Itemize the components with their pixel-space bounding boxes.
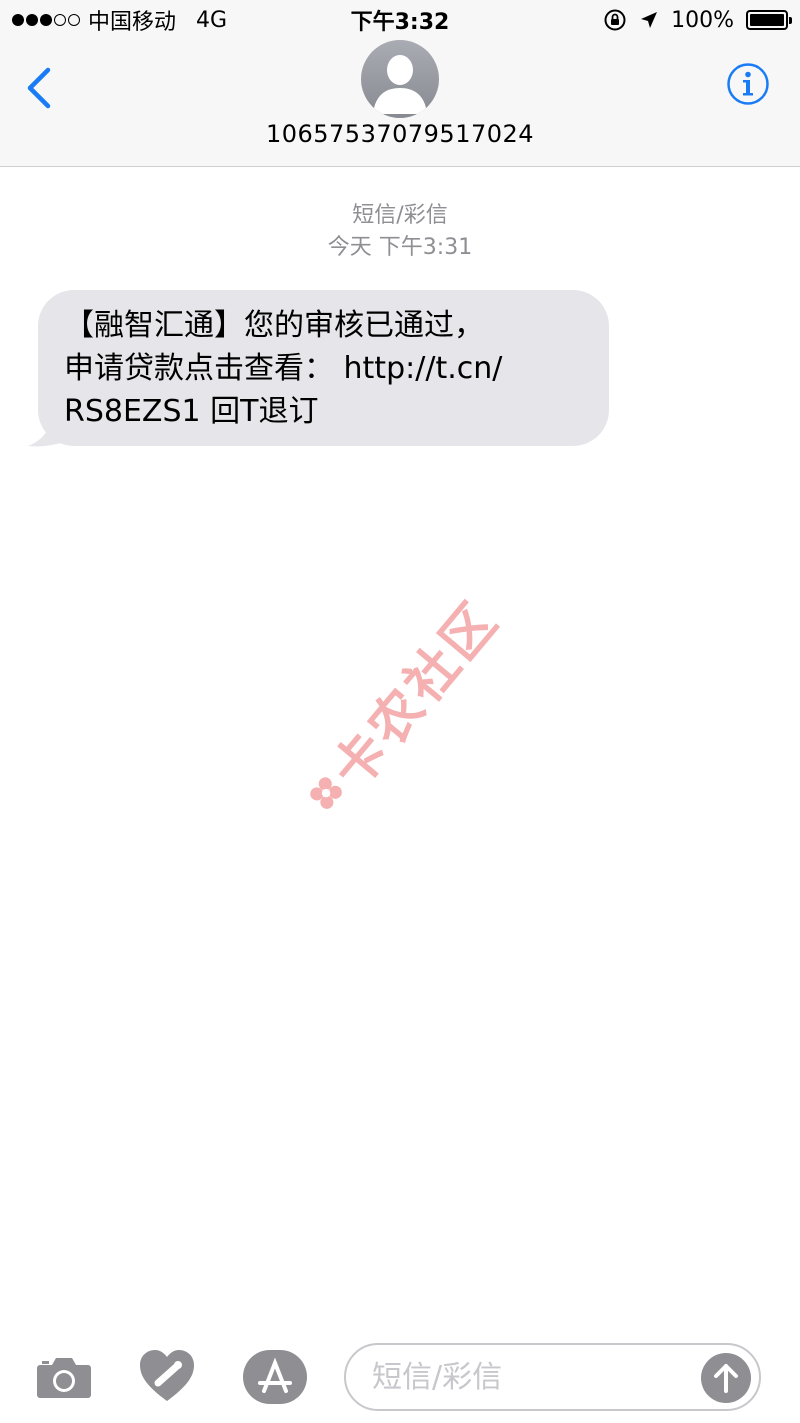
chevron-left-icon [27,67,51,109]
watermark-text: 卡农社区 [320,589,511,800]
signal-dot [54,14,66,26]
person-silhouette-icon [373,55,427,114]
arrow-up-icon [714,1364,738,1393]
conversation-header: 10657537079517024 [0,40,800,167]
messages-screen: 中国移动 4G 下午3:32 100% 10657537079517024 短信… [0,0,800,1423]
status-bar: 中国移动 4G 下午3:32 100% [0,0,800,40]
watermark-logo: 卡农社区 [267,564,534,847]
battery-icon [746,10,792,30]
carrier-name: 中国移动 [88,10,177,35]
signal-strength-indicator [12,14,80,26]
message-row: 【融智汇通】您的审核已通过， 申请贷款点击查看： http://t.cn/ RS… [26,290,616,450]
contact-avatar[interactable] [361,40,439,118]
back-button[interactable] [22,66,56,110]
message-field[interactable] [344,1343,761,1411]
thread-type-label: 短信/彩信 [352,203,448,228]
incoming-message-bubble[interactable]: 【融智汇通】您的审核已通过， 申请贷款点击查看： http://t.cn/ RS… [38,290,609,446]
signal-dot [12,14,24,26]
contact-number[interactable]: 10657537079517024 [0,120,800,148]
thread-timestamp: 今天 下午3:31 [327,235,473,260]
network-type: 4G [196,7,228,33]
camera-icon [37,1358,91,1398]
digital-touch-icon [140,1350,194,1401]
signal-dot [68,14,80,26]
info-icon [727,63,769,105]
battery-level [750,14,784,26]
message-input[interactable] [370,1358,694,1396]
send-button[interactable] [701,1353,751,1403]
battery-percent: 100% [671,7,734,33]
app-store-icon [243,1350,307,1404]
rotation-lock-icon [604,9,626,31]
compose-bar [0,1335,800,1423]
status-right-group: 100% [603,7,792,33]
digital-touch-button[interactable] [138,1349,196,1403]
app-store-button[interactable] [242,1349,308,1405]
camera-button[interactable] [36,1353,92,1399]
location-arrow-icon [641,12,658,28]
signal-dot [40,14,52,26]
signal-dot [26,14,38,26]
info-button[interactable] [726,62,770,106]
